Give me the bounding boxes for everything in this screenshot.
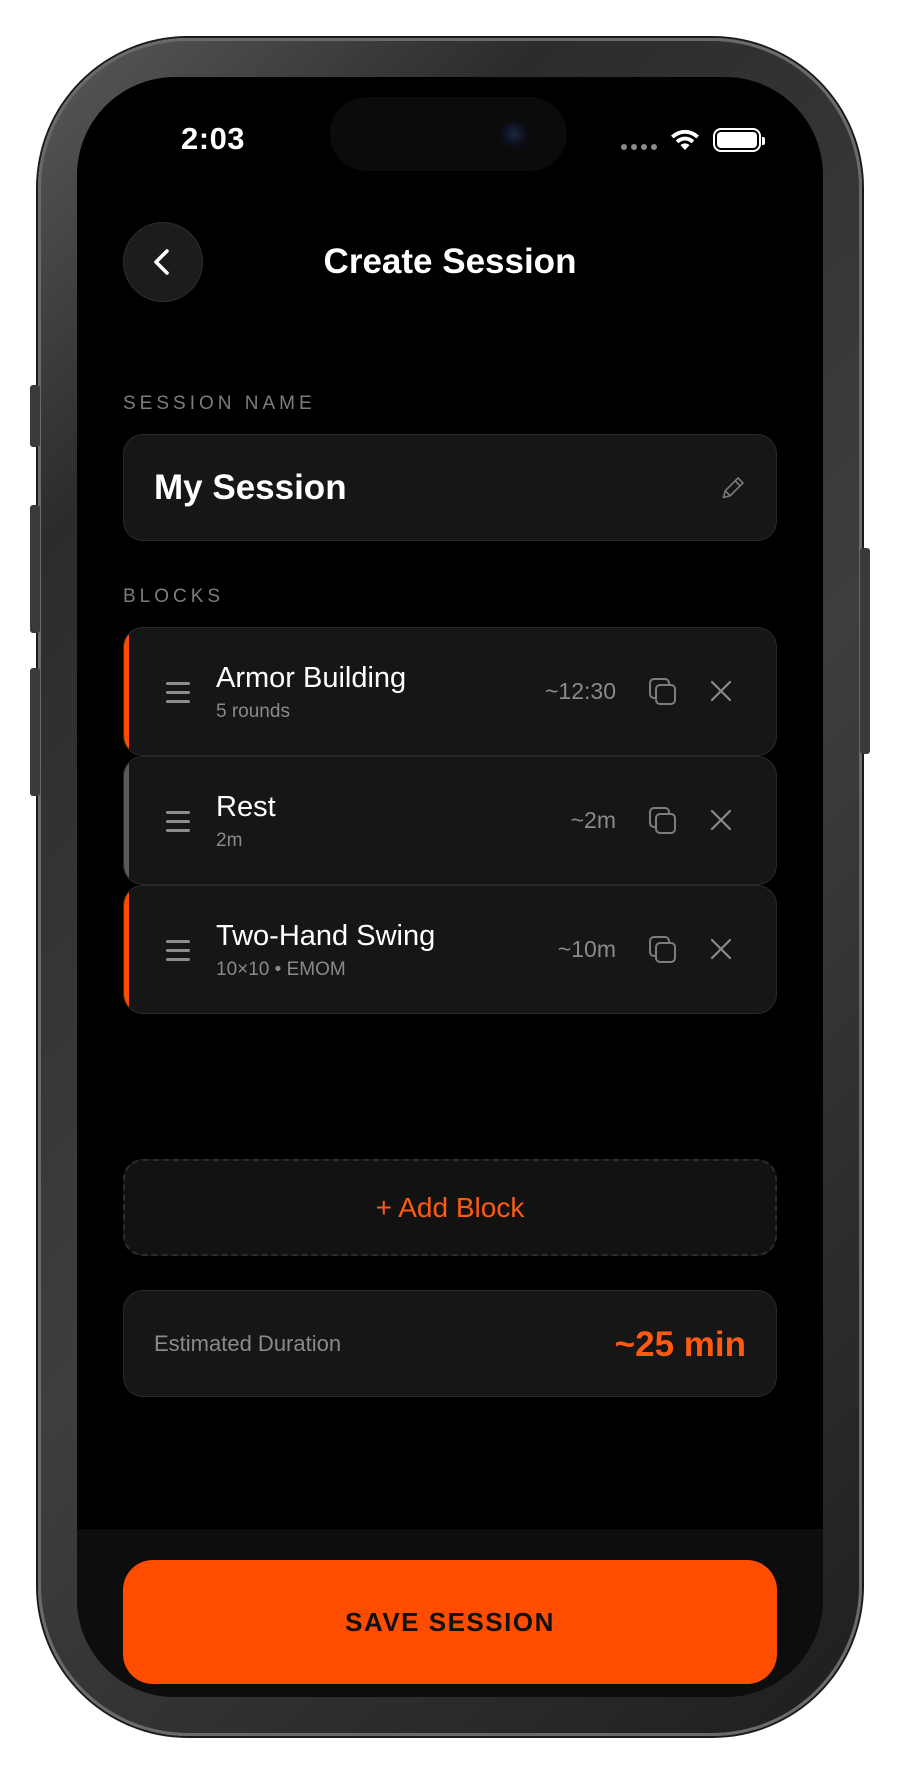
- drag-handle-icon[interactable]: [166, 811, 190, 833]
- signal-icon: [621, 128, 657, 152]
- close-icon[interactable]: [708, 936, 734, 962]
- copy-icon[interactable]: [647, 934, 679, 966]
- add-block-button[interactable]: + Add Block: [123, 1159, 777, 1256]
- dynamic-island: [330, 97, 567, 171]
- drag-handle-icon[interactable]: [166, 940, 190, 962]
- block-accent-bar: [124, 757, 129, 884]
- block-subtitle: 5 rounds: [216, 701, 290, 722]
- block-accent-bar: [124, 628, 129, 755]
- power-button: [860, 548, 870, 754]
- session-name-label: SESSION NAME: [123, 393, 316, 414]
- copy-icon[interactable]: [647, 805, 679, 837]
- copy-icon[interactable]: [647, 676, 679, 708]
- block-card[interactable]: Armor Building 5 rounds ~12:30: [123, 627, 777, 756]
- estimated-duration-value: ~25 min: [614, 1325, 746, 1364]
- save-session-button[interactable]: SAVE SESSION: [123, 1560, 777, 1684]
- close-icon[interactable]: [708, 807, 734, 833]
- block-title: Armor Building: [216, 662, 407, 694]
- status-time: 2:03: [181, 121, 246, 156]
- pencil-icon: [722, 476, 745, 499]
- drag-handle-icon[interactable]: [166, 682, 190, 704]
- session-name-field[interactable]: [123, 434, 777, 541]
- page-title: Create Session: [323, 242, 577, 281]
- close-icon[interactable]: [708, 678, 734, 704]
- volume-down-button: [30, 668, 40, 796]
- block-card[interactable]: Rest 2m ~2m: [123, 756, 777, 885]
- camera-icon: [501, 121, 527, 147]
- block-card[interactable]: Two-Hand Swing 10×10 • EMOM ~10m: [123, 885, 777, 1014]
- wifi-icon: [671, 129, 699, 150]
- block-duration: ~2m: [570, 807, 616, 833]
- block-subtitle: 10×10 • EMOM: [216, 959, 346, 980]
- estimated-duration-label: Estimated Duration: [154, 1331, 342, 1356]
- screen: 2:03 Create Session SESSION NAME My Sess…: [77, 77, 823, 1697]
- block-duration: ~10m: [557, 936, 616, 962]
- block-duration: ~12:30: [545, 678, 616, 704]
- block-accent-bar: [124, 886, 129, 1013]
- block-title: Rest: [216, 791, 276, 823]
- session-name-input[interactable]: [154, 464, 654, 512]
- block-title: Two-Hand Swing: [216, 920, 436, 952]
- battery-icon: [713, 128, 765, 152]
- estimated-duration-card: Estimated Duration ~25 min: [123, 1290, 777, 1397]
- action-button: [30, 385, 40, 447]
- status-icons: [621, 125, 765, 155]
- block-subtitle: 2m: [216, 830, 243, 851]
- blocks-label: BLOCKS: [123, 586, 225, 607]
- volume-up-button: [30, 505, 40, 633]
